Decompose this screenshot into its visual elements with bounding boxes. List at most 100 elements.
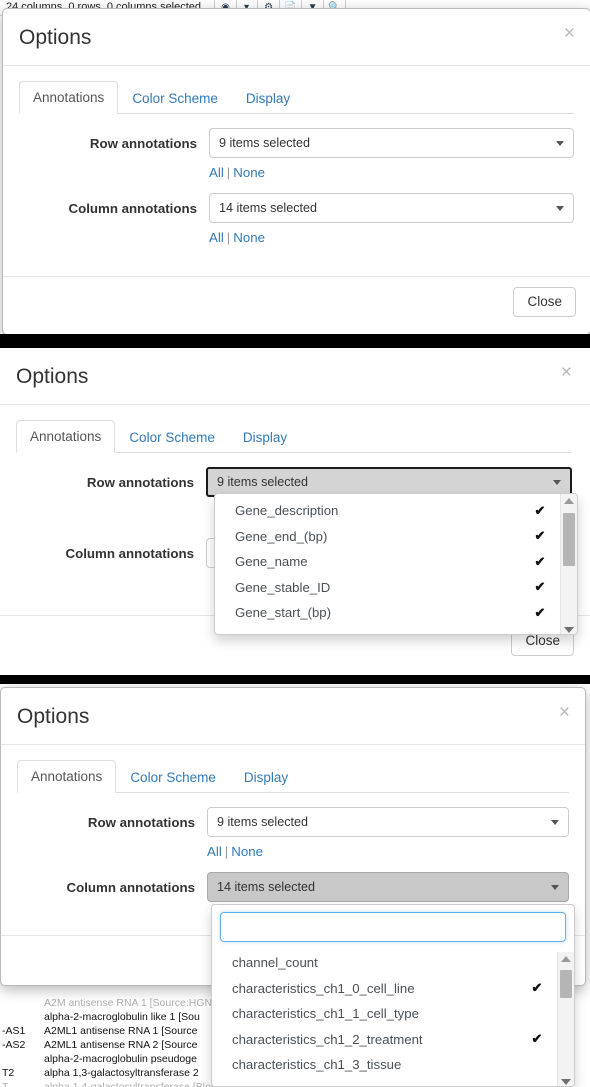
column-annotations-field: Column annotations 14 items selected All…	[19, 193, 574, 246]
scrollbar-thumb[interactable]	[563, 513, 575, 566]
dialog-header: Options ×	[1, 688, 585, 745]
row-annotations-allnone: All | None	[207, 843, 569, 860]
dropdown-option[interactable]: Gene_start_(bp) ✔	[215, 600, 577, 626]
row-annotations-control: 9 items selected All | None	[209, 128, 574, 181]
row-annotations-select[interactable]: 9 items selected	[209, 128, 574, 158]
row-all-link[interactable]: All	[209, 165, 224, 180]
dropdown-scrollbar[interactable]	[560, 494, 577, 634]
tab-display[interactable]: Display	[232, 82, 304, 114]
tab-display-label: Display	[243, 769, 289, 785]
page-title: Options	[17, 704, 90, 728]
page-title: Options	[16, 364, 89, 388]
column-annotations-select[interactable]: 14 items selected	[209, 193, 574, 224]
chevron-down-icon	[556, 206, 564, 212]
row-annotations-field: Row annotations 9 items selected All | Non…	[19, 128, 574, 181]
tab-annotations[interactable]: Annotations	[17, 759, 117, 793]
close-icon[interactable]: ×	[561, 363, 572, 382]
chevron-down-icon	[551, 820, 559, 825]
dropdown-option[interactable]: characteristics_ch1_1_cell_type ✔	[212, 1001, 574, 1027]
dropdown-option[interactable]: characteristics_ch1_3_tissue ✔	[212, 1052, 574, 1078]
dropdown-option[interactable]: channel_count ✔	[212, 950, 574, 976]
tab-color-scheme-label: Color Scheme	[130, 769, 216, 785]
dropdown-option-label: Gene_stable_ID	[235, 579, 331, 595]
tab-color-scheme[interactable]: Color Scheme	[115, 421, 229, 453]
dropdown-option-label: Gene_end_(bp)	[235, 528, 328, 544]
dropdown-option[interactable]: Gene_description ✔	[215, 498, 577, 524]
tab-bar: Annotations Color Scheme Display	[17, 759, 569, 793]
allnone-separator: |	[226, 165, 231, 180]
row-annotations-label: Row annotations	[86, 475, 194, 490]
dropdown-option[interactable]: Gene_end_(bp) ✔	[215, 524, 577, 550]
row-annotations-label: Row annotations	[87, 815, 195, 830]
dropdown-option[interactable]: characteristics_ch1_2_treatment ✔	[212, 1027, 574, 1053]
row-annotations-dropdown: Gene_description ✔ Gene_end_(bp) ✔ Gene_…	[214, 493, 578, 635]
gene-symbol-cell: -AS1	[2, 1025, 26, 1037]
close-icon[interactable]: ×	[564, 24, 575, 43]
row-annotations-value: 9 items selected	[217, 475, 308, 489]
chevron-down-icon	[556, 141, 564, 146]
row-all-link[interactable]: All	[207, 844, 222, 859]
column-annotations-value: 14 items selected	[219, 201, 318, 216]
dropdown-option-label: Gene_description	[235, 503, 339, 519]
scroll-up-arrow-icon[interactable]	[561, 494, 577, 507]
tab-color-scheme-label: Color Scheme	[129, 429, 215, 445]
column-annotations-dropdown: channel_count ✔ characteristics_ch1_0_ce…	[211, 904, 575, 1087]
column-annotations-control: 14 items selected All | None	[209, 193, 574, 246]
row-none-link[interactable]: None	[233, 165, 265, 180]
gene-symbol-cell: T2	[2, 1067, 15, 1079]
dialog-header: Options ×	[3, 9, 590, 66]
tab-annotations[interactable]: Annotations	[16, 419, 116, 453]
dropdown-option[interactable]: Gene_stable_ID ✔	[215, 575, 577, 601]
tab-annotations[interactable]: Annotations	[19, 80, 119, 114]
allnone-separator: |	[226, 230, 231, 246]
allnone-separator: |	[224, 844, 229, 859]
dropdown-scrollbar[interactable]	[557, 952, 574, 1086]
check-icon: ✔	[534, 604, 546, 620]
close-button[interactable]: Close	[513, 287, 576, 318]
column-annotations-label: Column annotations	[65, 546, 194, 561]
row-annotations-label: Row annotations	[89, 136, 197, 151]
close-icon[interactable]: ×	[559, 703, 570, 722]
options-dialog: Options × Annotations Color Scheme Displ…	[2, 8, 590, 334]
row-annotations-value: 9 items selected	[219, 136, 310, 150]
scrollbar-thumb[interactable]	[560, 970, 572, 998]
dropdown-option[interactable]: Gene_name ✔	[215, 549, 577, 575]
tab-display-label: Display	[242, 429, 288, 445]
dropdown-option-label: characteristics_ch1_2_treatment	[232, 1031, 423, 1047]
tab-bar: Annotations Color Scheme Display	[19, 80, 574, 114]
scroll-down-arrow-icon[interactable]	[558, 1075, 574, 1086]
column-annotations-option-list: channel_count ✔ characteristics_ch1_0_ce…	[212, 946, 574, 1080]
dropdown-option-label: channel_count	[232, 955, 318, 971]
dropdown-search-input[interactable]	[220, 912, 566, 942]
tab-color-scheme[interactable]: Color Scheme	[116, 761, 230, 793]
gene-symbol-cell: T	[2, 1081, 9, 1087]
tab-display[interactable]: Display	[230, 761, 302, 793]
dropdown-search-wrap	[212, 905, 574, 946]
tab-color-scheme[interactable]: Color Scheme	[118, 82, 232, 114]
tab-display-label: Display	[245, 90, 291, 106]
dialog-body: Annotations Color Scheme Display Row ann…	[3, 66, 590, 276]
row-annotations-control: 9 items selected All | None	[207, 807, 569, 860]
row-annotations-select[interactable]: 9 items selected	[207, 807, 569, 837]
column-all-link[interactable]: All	[209, 230, 224, 245]
check-icon: ✔	[534, 553, 546, 569]
chevron-down-icon	[553, 480, 561, 485]
tab-annotations-label: Annotations	[30, 428, 102, 444]
column-annotations-value: 14 items selected	[217, 880, 316, 895]
row-annotations-allnone: All | None	[209, 164, 574, 181]
chevron-down-icon	[551, 885, 559, 891]
tab-annotations-label: Annotations	[31, 768, 103, 784]
tab-display[interactable]: Display	[229, 421, 301, 453]
gene-symbol-cell: -AS2	[2, 1039, 26, 1051]
scroll-up-arrow-icon[interactable]	[558, 952, 574, 965]
panel-separator-2	[0, 675, 590, 684]
dropdown-option[interactable]: characteristics_ch1_0_cell_line ✔	[212, 976, 574, 1002]
page-title: Options	[19, 25, 92, 49]
column-none-link[interactable]: None	[233, 230, 265, 245]
row-none-link[interactable]: None	[231, 844, 263, 859]
column-annotations-label: Column annotations	[68, 201, 197, 217]
column-annotations-select[interactable]: 14 items selected	[207, 872, 569, 903]
row-annotations-option-list: Gene_description ✔ Gene_end_(bp) ✔ Gene_…	[215, 494, 577, 628]
panel-separator-1	[0, 334, 590, 348]
scroll-down-arrow-icon[interactable]	[561, 623, 577, 634]
